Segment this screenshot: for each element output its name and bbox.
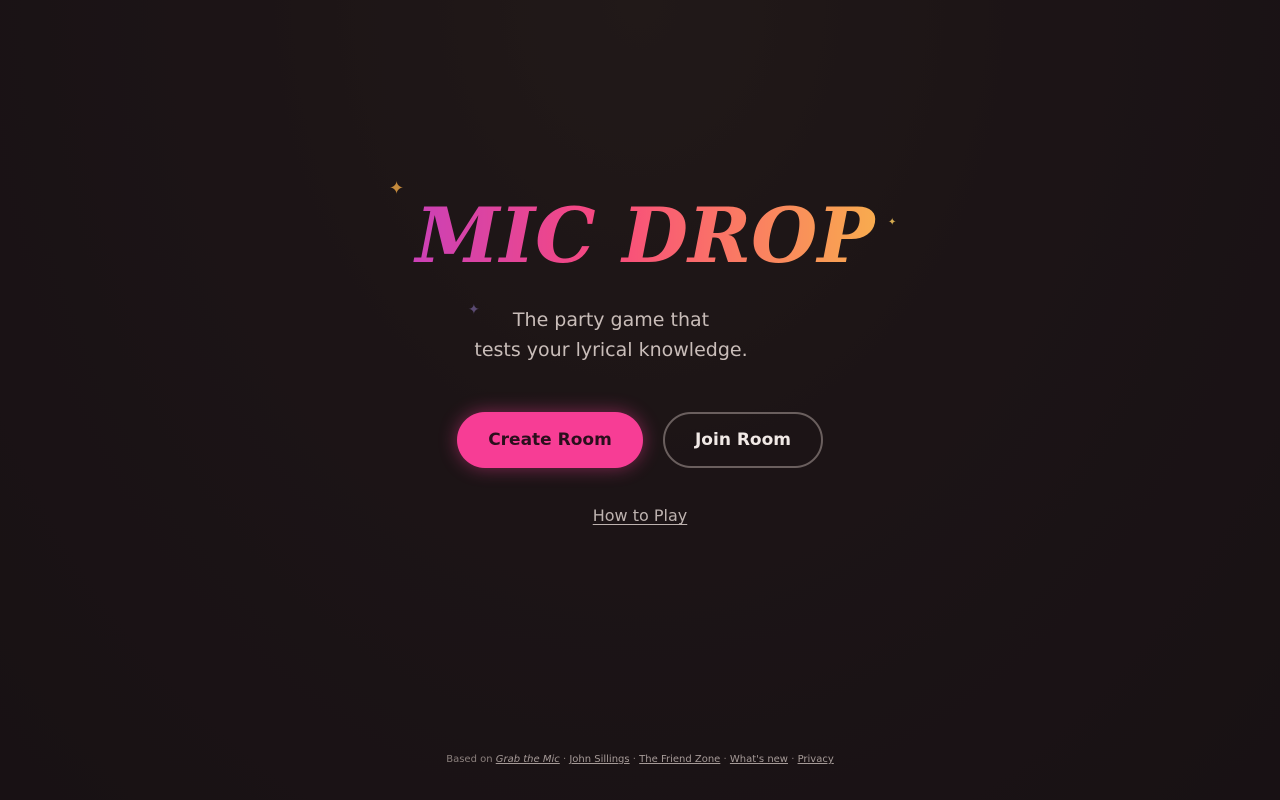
game-logo: MIC DROP: [385, 186, 905, 286]
tagline-line-2: tests your lyrical knowledge.: [474, 339, 748, 361]
footer-separator: ·: [723, 754, 727, 765]
create-room-button[interactable]: Create Room: [457, 412, 643, 468]
how-to-play-link[interactable]: How to Play: [593, 506, 688, 525]
footer-author-link[interactable]: John Sillings: [569, 754, 629, 765]
footer-based-on: Based on: [446, 754, 493, 765]
footer: Based on Grab the Mic · John Sillings · …: [0, 752, 1280, 768]
how-to-play-container: How to Play: [0, 505, 1280, 527]
tagline-line-1: The party game that: [512, 309, 710, 331]
join-room-button[interactable]: Join Room: [663, 412, 823, 468]
page-title: MIC DROP: [385, 186, 905, 286]
footer-source-link[interactable]: Grab the Mic: [496, 754, 560, 765]
footer-privacy-link[interactable]: Privacy: [798, 754, 834, 765]
footer-separator: ·: [791, 754, 795, 765]
footer-community-link[interactable]: The Friend Zone: [639, 754, 720, 765]
footer-whats-new-link[interactable]: What's new: [730, 754, 788, 765]
footer-separator: ·: [632, 754, 636, 765]
footer-separator: ·: [562, 754, 567, 765]
tagline: The party game that tests your lyrical k…: [0, 305, 1222, 365]
